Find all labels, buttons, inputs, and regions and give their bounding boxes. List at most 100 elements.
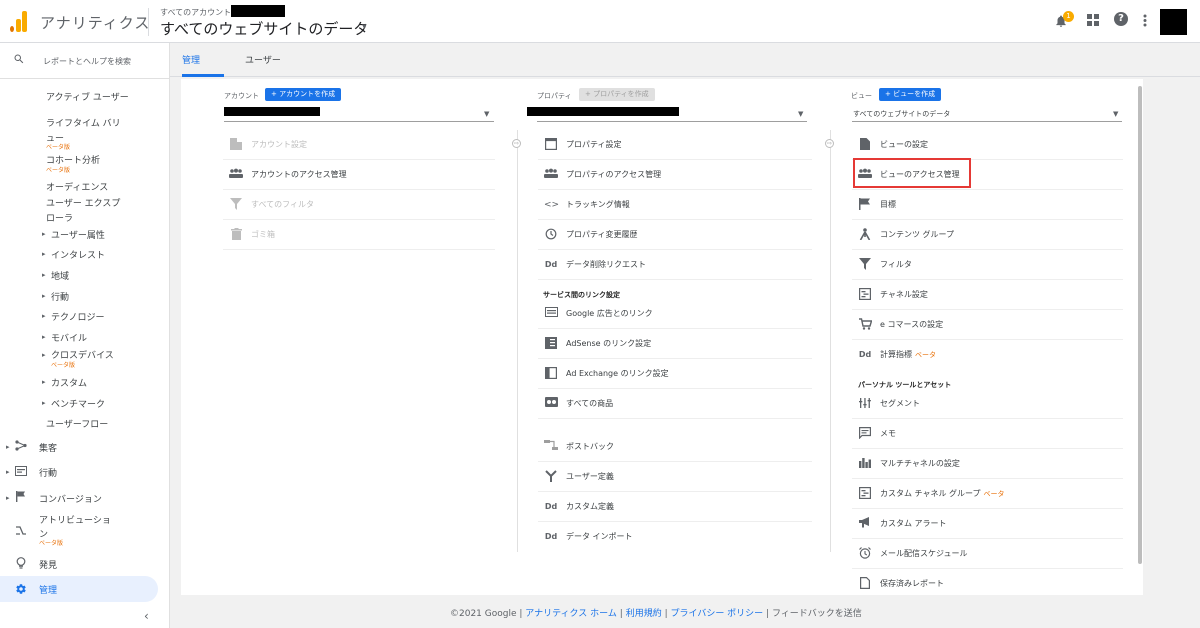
channel-settings-row[interactable]: チャネル設定 [852,280,1123,310]
multichannel-settings-row[interactable]: マルチチャネルの設定 [852,449,1123,479]
scheduled-emails-label[interactable]: メール配信スケジュール [880,548,967,559]
expand-arrow-icon[interactable]: ▸ [42,292,46,300]
data-import-row[interactable]: Dd データ インポート [538,522,812,552]
sidebar-item-lifetime-value[interactable]: ライフタイム バリ [46,116,121,129]
property-select-caret-icon[interactable]: ▼ [798,110,803,118]
more-vert-icon[interactable] [1143,14,1147,31]
view-select-caret-icon[interactable]: ▼ [1113,110,1118,118]
property-access-label[interactable]: プロパティのアクセス管理 [566,169,661,180]
account-label[interactable]: すべてのアカウント [160,7,231,18]
footer-terms-link[interactable]: 利用規約 [626,609,662,619]
sidebar-item-user-flow[interactable]: ユーザーフロー [46,417,108,430]
tracking-info-label[interactable]: トラッキング情報 [566,199,630,210]
custom-alerts-row[interactable]: カスタム アラート [852,509,1123,539]
calculated-metrics-label[interactable]: 計算指標 ベータ [880,349,936,360]
footer-analytics-home-link[interactable]: アナリティクス ホーム [525,609,617,619]
content-grouping-row[interactable]: コンテンツ グループ [852,220,1123,250]
app-title[interactable]: アナリティクス [40,12,150,33]
footer-feedback-link[interactable]: フィードバックを送信 [772,609,862,619]
view-filters-label[interactable]: フィルタ [880,259,912,270]
account-access-label[interactable]: アカウントのアクセス管理 [251,169,347,180]
collapse-sidebar-icon[interactable]: ‹ [144,609,149,623]
adsense-link-row[interactable]: AdSense のリンク設定 [538,329,812,359]
expand-arrow-icon[interactable]: ▸ [42,312,46,320]
account-select-caret-icon[interactable]: ▼ [484,110,489,118]
help-icon[interactable]: ? [1114,12,1128,26]
account-access-row[interactable]: アカウントのアクセス管理 [223,160,495,190]
redacted-account-select[interactable] [224,107,320,116]
expand-arrow-icon[interactable]: ▸ [42,333,46,341]
sidebar-item-user-explorer[interactable]: ユーザー エクスプ [46,196,120,209]
report-search[interactable]: レポートとヘルプを検索 [0,43,169,79]
saved-reports-label[interactable]: 保存済みレポート [880,578,944,589]
custom-alerts-label[interactable]: カスタム アラート [880,518,947,529]
view-selector[interactable]: すべてのウェブサイトのデータ [160,18,368,39]
sidebar-item-behavior-section[interactable]: 行動 [39,466,57,479]
expand-arrow-icon[interactable]: ▸ [42,271,46,279]
channel-settings-label[interactable]: チャネル設定 [880,289,928,300]
sidebar-item-attribution[interactable]: アトリビューショ [39,513,111,526]
all-products-label[interactable]: すべての商品 [566,398,613,409]
custom-channel-grouping-label[interactable]: カスタム チャネル グループ ベータ [880,488,1005,499]
goals-row[interactable]: 目標 [852,190,1123,220]
ad-exchange-link-label[interactable]: Ad Exchange のリンク設定 [566,368,669,379]
view-caret-icon[interactable]: ▾ [362,22,367,32]
google-ads-link-label[interactable]: Google 広告とのリンク [566,308,653,319]
create-property-button[interactable]: + プロパティを作成 [579,88,655,101]
adsense-link-label[interactable]: AdSense のリンク設定 [566,338,651,349]
saved-reports-row[interactable]: 保存済みレポート [852,569,1123,599]
create-account-button[interactable]: + アカウントを作成 [265,88,342,101]
postback-label[interactable]: ポストバック [566,441,614,452]
expand-arrow-icon[interactable]: ▸ [42,230,46,238]
sidebar-item-admin[interactable]: 管理 [39,583,57,596]
annotations-row[interactable]: メモ [852,419,1123,449]
data-deletion-row[interactable]: Dd データ削除リクエスト [538,250,812,280]
sidebar-item-conversions[interactable]: コンバージョン [39,492,102,505]
view-select[interactable]: すべてのウェブサイトのデータ [853,109,950,119]
segments-row[interactable]: セグメント [852,389,1123,419]
postback-row[interactable]: ポストバック [538,432,812,462]
property-history-label[interactable]: プロパティ変更履歴 [566,229,638,240]
sidebar-item-acquisition[interactable]: 集客 [39,441,57,454]
custom-channel-grouping-row[interactable]: カスタム チャネル グループ ベータ [852,479,1123,509]
ad-exchange-link-row[interactable]: Ad Exchange のリンク設定 [538,359,812,389]
expand-arrow-icon[interactable]: ▸ [42,399,46,407]
custom-definitions-row[interactable]: Dd カスタム定義 [538,492,812,522]
sidebar-item-geo[interactable]: 地域 [51,269,69,282]
tab-admin[interactable]: 管理 [182,53,200,66]
data-import-label[interactable]: データ インポート [566,531,633,542]
analytics-logo-icon[interactable] [10,10,28,32]
sidebar-item-interests[interactable]: インタレスト [51,248,105,261]
multichannel-settings-label[interactable]: マルチチャネルの設定 [880,458,960,469]
expand-arrow-icon[interactable]: ▸ [6,443,10,451]
property-access-row[interactable]: プロパティのアクセス管理 [538,160,812,190]
data-deletion-label[interactable]: データ削除リクエスト [566,259,646,270]
redacted-property-select[interactable] [527,107,679,116]
sidebar-item-technology[interactable]: テクノロジー [51,310,104,323]
property-history-row[interactable]: プロパティ変更履歴 [538,220,812,250]
user-avatar[interactable] [1160,9,1187,35]
calculated-metrics-row[interactable]: Dd 計算指標 ベータ [852,340,1123,370]
expand-arrow-icon[interactable]: ▸ [6,494,10,502]
expand-arrow-icon[interactable]: ▸ [42,351,46,359]
property-settings-row[interactable]: プロパティ設定 [538,130,812,160]
sidebar-item-discover[interactable]: 発見 [39,558,57,571]
view-settings-row[interactable]: ビューの設定 [852,130,1123,160]
search-placeholder[interactable]: レポートとヘルプを検索 [43,56,131,67]
sidebar-item-benchmark[interactable]: ベンチマーク [51,397,105,410]
sidebar-item-mobile[interactable]: モバイル [51,331,87,344]
custom-definitions-label[interactable]: カスタム定義 [566,501,614,512]
user-definitions-row[interactable]: ユーザー定義 [538,462,812,492]
sidebar-item-active-users[interactable]: アクティブ ユーザー [46,90,129,103]
tab-user[interactable]: ユーザー [245,53,281,66]
footer-privacy-link[interactable]: プライバシー ポリシー [671,609,764,619]
apps-grid-icon[interactable] [1087,14,1099,30]
goals-label[interactable]: 目標 [880,199,896,210]
sidebar-item-custom[interactable]: カスタム [51,376,87,389]
sidebar-item-audiences[interactable]: オーディエンス [46,180,108,193]
expand-arrow-icon[interactable]: ▸ [6,468,10,476]
tracking-info-row[interactable]: <> トラッキング情報 [538,190,812,220]
ecommerce-settings-row[interactable]: e コマースの設定 [852,310,1123,340]
view-settings-label[interactable]: ビューの設定 [880,139,928,150]
segments-label[interactable]: セグメント [880,398,920,409]
